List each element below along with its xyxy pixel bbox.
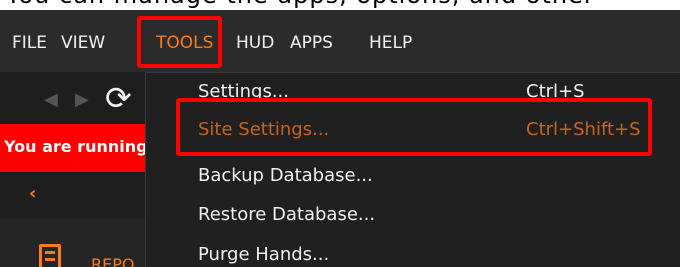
menu-item-label: Backup Database...: [198, 165, 373, 186]
top-caption-strip: You can manage the apps, options, and ot…: [0, 0, 680, 10]
report-icon: [39, 244, 61, 267]
sidebar-collapse-row: ‹: [0, 172, 145, 218]
menu-item-label: Restore Database...: [198, 204, 376, 225]
menu-help[interactable]: HELP: [369, 31, 412, 55]
menu-apps[interactable]: APPS: [290, 31, 333, 55]
menu-bar: FILE VIEW TOOLS HUD APPS HELP: [0, 10, 680, 72]
refresh-icon[interactable]: ⟳: [105, 78, 132, 118]
annotation-highlight-site-settings: [176, 98, 652, 156]
menu-item-purge-hands[interactable]: Purge Hands...: [146, 236, 680, 267]
menu-item-label: Purge Hands...: [198, 244, 330, 265]
chevron-left-icon[interactable]: ‹: [29, 183, 36, 204]
warning-banner: You are running: [0, 124, 145, 172]
forward-arrow-icon[interactable]: ▶: [75, 89, 89, 110]
warning-banner-text: You are running: [4, 137, 145, 156]
navigation-toolbar: ◀ ▶ ⟳: [0, 72, 145, 124]
menu-hud[interactable]: HUD: [236, 31, 274, 55]
back-arrow-icon[interactable]: ◀: [44, 89, 58, 110]
menu-item-restore-database[interactable]: Restore Database...: [146, 196, 680, 234]
sidebar-item-label: REPO: [91, 255, 135, 267]
top-caption-text: You can manage the apps, options, and ot…: [6, 0, 595, 9]
annotation-highlight-tools: [137, 16, 222, 68]
menu-file[interactable]: FILE: [12, 31, 47, 55]
menu-item-backup-database[interactable]: Backup Database...: [146, 157, 680, 195]
menu-view[interactable]: VIEW: [61, 31, 105, 55]
sidebar-item-reports[interactable]: REPO: [0, 218, 145, 267]
